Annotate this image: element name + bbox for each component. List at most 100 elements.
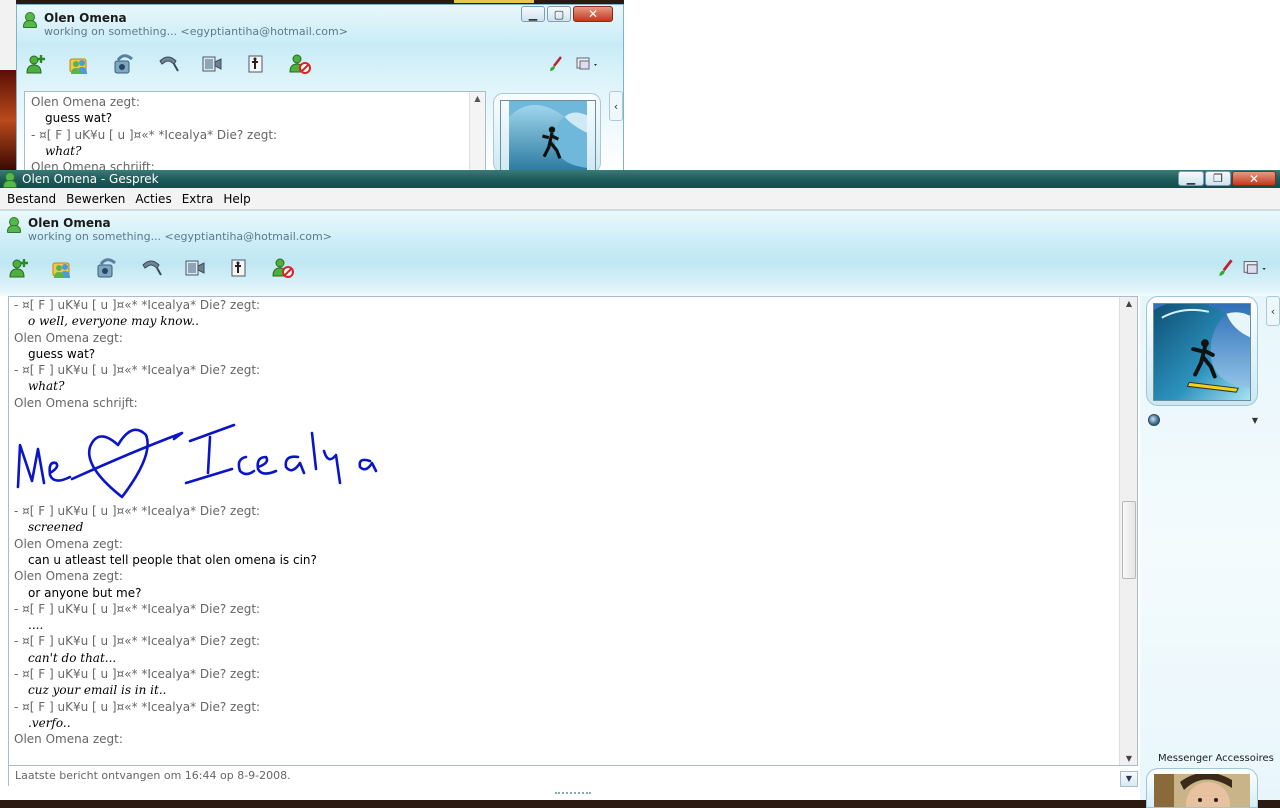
message-sender: - ¤[ F ] uK¥u [ u ]¤«* *Icealya* Die? ze… (31, 127, 278, 142)
message-sender: - ¤[ F ] uK¥u [ u ]¤«* *Icealya* Die? ze… (14, 667, 261, 682)
menu-bestand[interactable]: Bestand (2, 188, 61, 210)
display-options-icon[interactable] (575, 55, 601, 76)
invite-contact-icon[interactable] (6, 256, 32, 280)
video-call-icon[interactable] (94, 256, 120, 280)
minimize-button[interactable]: ▁ (521, 6, 545, 22)
message-text: .verfo.. (28, 715, 71, 730)
contact-header: Olen Omena working on something... <egyp… (22, 11, 348, 38)
own-display-picture[interactable] (1146, 768, 1258, 808)
message-sender: Olen Omena zegt: (14, 536, 123, 551)
message-text: can't do that... (28, 650, 117, 665)
maximize-icon: ▢ (553, 7, 565, 21)
minimize-icon: ▁ (1186, 172, 1196, 185)
close-button[interactable]: ✕ (1232, 171, 1276, 186)
message-text: can u atleast tell people that olen omen… (28, 552, 317, 567)
accessories-label: Messenger Accessoires (1158, 753, 1274, 764)
message-sender: Olen Omena zegt: (31, 95, 140, 109)
desktop-background (0, 0, 16, 170)
maximize-button[interactable]: ❐ (1205, 171, 1231, 186)
message-text: cuz your email is in it.. (28, 683, 167, 698)
message-text: guess wat? (28, 346, 96, 361)
message-list: Olen Omena zegt: guess wat? - ¤[ F ] uK¥u … (31, 94, 479, 170)
scroll-up-icon[interactable]: ▲ (1120, 299, 1137, 308)
menu-acties[interactable]: Acties (130, 188, 176, 210)
contact-name: Olen Omena (44, 11, 127, 25)
share-files-icon[interactable] (67, 52, 93, 76)
toolbar (23, 52, 313, 76)
display-picture-pane: ▼ ‹ Messenger Accessoires (1140, 296, 1280, 808)
webcam-icon[interactable] (1148, 414, 1160, 426)
block-icon[interactable] (287, 52, 313, 76)
conversation-history[interactable]: Olen Omena zegt: guess wat? - ¤[ F ] uK¥u … (24, 91, 486, 170)
toolbar-right (1216, 258, 1270, 281)
message-sender: Olen Omena zegt: (14, 569, 123, 584)
collapse-sidebar-button[interactable]: ‹ (1266, 296, 1280, 326)
display-options-icon[interactable] (1242, 258, 1270, 281)
ink-message (14, 411, 1117, 503)
message-sender: Olen Omena zegt: (14, 330, 123, 345)
phone-call-icon[interactable] (138, 256, 164, 280)
message-text: what? (45, 143, 82, 158)
block-icon[interactable] (270, 256, 296, 280)
buddy-icon (6, 216, 22, 233)
message-sender: - ¤[ F ] uK¥u [ u ]¤«* *Icealya* Die? ze… (14, 504, 261, 519)
contact-status: working on something... <egyptiantiha@ho… (44, 25, 348, 38)
scrollbar-thumb[interactable] (1122, 501, 1136, 579)
menu-help[interactable]: Help (218, 188, 255, 210)
chevron-down-icon: ▼ (1125, 774, 1133, 783)
contact-name: Olen Omena (28, 216, 111, 230)
conversation-scrollbar[interactable]: ▲ ▼ (1119, 297, 1137, 765)
contact-display-picture[interactable] (493, 93, 601, 170)
message-sender: - ¤[ F ] uK¥u [ u ]¤«* *Icealya* Die? ze… (14, 634, 261, 649)
paintbrush-icon[interactable] (1216, 258, 1236, 281)
collapse-sidebar-button[interactable]: ‹ (609, 91, 623, 121)
last-message-status: Laatste bericht ontvangen om 16:44 op 8-… (8, 766, 1120, 786)
share-files-icon[interactable] (50, 256, 76, 280)
paintbrush-icon[interactable] (547, 55, 565, 76)
scroll-down-icon[interactable]: ▼ (1120, 754, 1137, 763)
buddy-icon (22, 11, 38, 28)
contact-display-picture[interactable] (1146, 296, 1258, 406)
restore-icon: ❐ (1213, 172, 1223, 185)
close-button[interactable]: ✕ (573, 6, 613, 22)
toolbar (6, 256, 296, 280)
handwritten-ink-drawing (16, 423, 378, 499)
webcam-icon[interactable] (199, 52, 225, 76)
minimize-button[interactable]: ▁ (1178, 171, 1204, 186)
conversation-history[interactable]: - ¤[ F ] uK¥u [ u ]¤«* *Icealya* Die? ze… (8, 296, 1138, 766)
maximize-button[interactable]: ▢ (547, 6, 571, 22)
desktop-background-right (454, 0, 1280, 170)
chevron-left-icon: ‹ (613, 99, 619, 113)
background-conversation-window[interactable]: ▁ ▢ ✕ Olen Omena working on something...… (16, 4, 624, 170)
chevron-down-icon[interactable]: ▼ (1252, 416, 1258, 425)
message-sender: Olen Omena zegt: (14, 732, 123, 747)
status-dropdown-button[interactable]: ▼ (1120, 771, 1138, 787)
toolbar-right (547, 55, 601, 76)
close-icon: ✕ (587, 7, 599, 21)
games-icon[interactable] (243, 52, 269, 76)
menu-extra[interactable]: Extra (177, 188, 219, 210)
menu-bar: Bestand Bewerken Acties Extra Help (0, 188, 1280, 210)
games-icon[interactable] (226, 256, 252, 280)
message-sender: Olen Omena schrijft: (31, 160, 155, 170)
close-icon: ✕ (1248, 171, 1260, 186)
title-bar[interactable]: Olen Omena - Gesprek ▁ ❐ ✕ (0, 170, 1280, 188)
menu-bewerken[interactable]: Bewerken (61, 188, 130, 210)
video-call-icon[interactable] (111, 52, 137, 76)
phone-call-icon[interactable] (155, 52, 181, 76)
messenger-icon (2, 171, 18, 188)
scroll-up-icon[interactable]: ▲ (470, 92, 485, 106)
invite-contact-icon[interactable] (23, 52, 49, 76)
chevron-left-icon: ‹ (1270, 304, 1276, 318)
surfer-picture (500, 100, 596, 170)
message-sender: - ¤[ F ] uK¥u [ u ]¤«* *Icealya* Die? ze… (14, 363, 261, 378)
scrollbar[interactable]: ▲ (469, 92, 485, 170)
window-title: Olen Omena - Gesprek (22, 172, 159, 186)
resize-grip[interactable] (555, 792, 591, 796)
contact-status: working on something... <egyptiantiha@ho… (28, 230, 332, 243)
conversation-window[interactable]: Olen Omena - Gesprek ▁ ❐ ✕ Bestand Bewerk… (0, 170, 1280, 808)
contact-header: Olen Omena working on something... <egyp… (6, 216, 332, 243)
message-list: - ¤[ F ] uK¥u [ u ]¤«* *Icealya* Die? ze… (14, 297, 1117, 748)
message-sender: - ¤[ F ] uK¥u [ u ]¤«* *Icealya* Die? ze… (14, 601, 261, 616)
webcam-icon[interactable] (182, 256, 208, 280)
